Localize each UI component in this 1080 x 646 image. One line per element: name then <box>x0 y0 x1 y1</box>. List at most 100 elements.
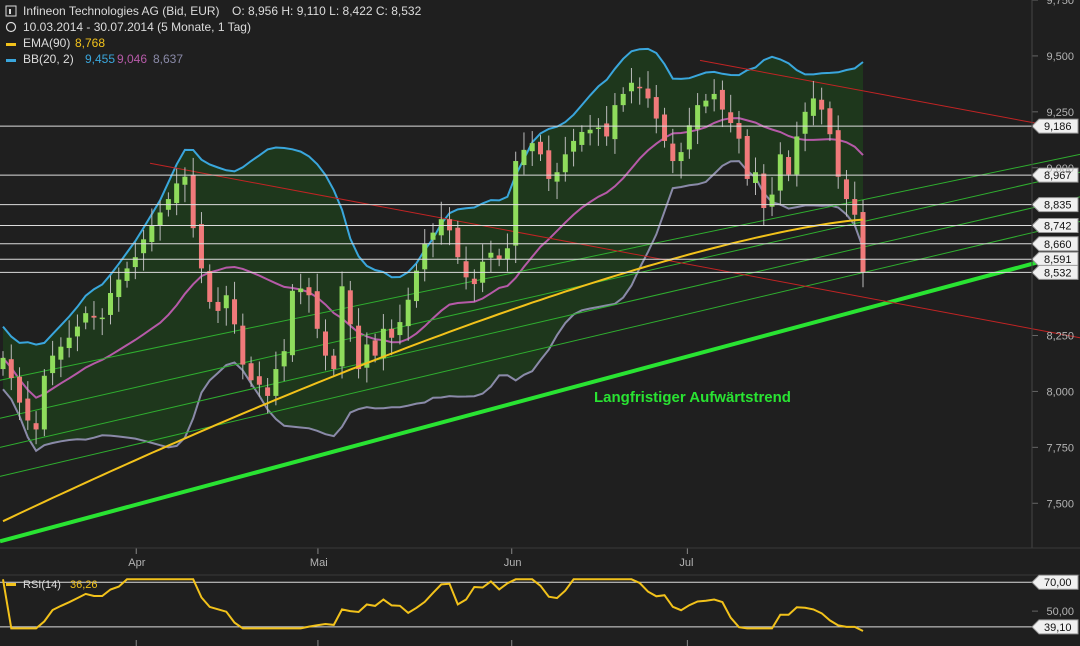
bb-lower-value: 8,637 <box>153 52 183 66</box>
candle-body <box>108 293 113 315</box>
level-label: 8,660 <box>1044 239 1072 251</box>
candle-body <box>529 143 535 152</box>
candle-body <box>256 376 262 385</box>
bb-legend-label: BB(20, 2) <box>23 52 74 66</box>
candle-body <box>554 172 560 182</box>
candle-body <box>628 82 634 92</box>
candle-body <box>273 369 279 396</box>
rsi-legend-value: 36,26 <box>70 579 98 591</box>
candle-body <box>802 111 808 134</box>
candle-body <box>438 219 444 236</box>
rsi-level-label: 70,00 <box>1044 577 1072 589</box>
candle-body <box>99 317 105 320</box>
candle-body <box>819 99 825 110</box>
bb-upper-value: 9,455 <box>85 52 115 66</box>
candle-body <box>174 183 180 204</box>
candle-body <box>662 114 668 141</box>
trend-annotation: Langfristiger Aufwärtstrend <box>594 389 791 406</box>
candle-body <box>372 340 378 356</box>
instrument-title: Infineon Technologies AG (Bid, EUR) <box>23 4 220 18</box>
candle-body <box>289 290 295 356</box>
candle-body <box>66 337 72 349</box>
candle-body <box>810 98 816 116</box>
candle-body <box>488 252 494 258</box>
y-tick-label: 9,500 <box>1046 51 1074 63</box>
candle-body <box>248 363 254 381</box>
candle-body <box>761 173 767 209</box>
candle-body <box>198 224 204 269</box>
x-tick-label: Mai <box>310 557 328 569</box>
candle-body <box>298 288 304 293</box>
candle-body <box>215 301 221 311</box>
level-label: 9,186 <box>1044 121 1072 133</box>
candle-body <box>678 152 684 162</box>
candle-body <box>711 93 717 100</box>
bb-middle-value: 9,046 <box>117 52 147 66</box>
header-icon-bars <box>9 9 11 14</box>
candle-body <box>736 123 742 139</box>
candle-body <box>157 212 163 226</box>
candle-body <box>223 295 229 309</box>
ema-legend-value: 8,768 <box>75 36 105 50</box>
candle-body <box>686 125 692 150</box>
candle-body <box>149 225 155 243</box>
candle-body <box>413 270 419 302</box>
y-tick-label: 8,000 <box>1046 386 1074 398</box>
y-tick-label: 8,250 <box>1046 331 1074 343</box>
candle-body <box>323 331 328 356</box>
y-tick-label: 7,500 <box>1046 498 1074 510</box>
candle-body <box>728 112 734 124</box>
candle-body <box>232 299 238 325</box>
candle-body <box>579 131 585 145</box>
candle-body <box>380 328 386 359</box>
candle-body <box>620 93 626 106</box>
candle-body <box>91 315 97 318</box>
candle-body <box>356 325 362 370</box>
level-label: 8,532 <box>1044 267 1072 279</box>
candle-body <box>670 143 676 162</box>
candle-body <box>447 219 453 231</box>
candle-body <box>744 135 750 179</box>
candle-body <box>0 357 6 370</box>
candle-body <box>455 227 461 258</box>
candle-body <box>513 161 519 246</box>
candle-body <box>405 299 411 327</box>
ohlc-readout: O: 8,956 H: 9,110 L: 8,422 C: 8,532 <box>232 4 422 18</box>
candle-body <box>645 88 651 99</box>
candle-body <box>83 313 89 323</box>
candle-body <box>777 154 783 191</box>
candle-body <box>471 278 477 285</box>
candle-body <box>653 97 659 119</box>
y-tick-label: 9,250 <box>1046 107 1074 119</box>
candle-body <box>852 199 858 215</box>
level-label: 8,742 <box>1044 220 1072 232</box>
candle-body <box>74 326 80 337</box>
candle-body <box>637 86 643 89</box>
stock-chart: 9,1868,9678,8358,7428,6608,5918,532 7,50… <box>0 0 1080 646</box>
candle-body <box>860 212 866 273</box>
period-label: 10.03.2014 - 30.07.2014 (5 Monate, 1 Tag… <box>23 20 251 34</box>
candle-body <box>786 157 792 175</box>
level-label: 8,591 <box>1044 254 1072 266</box>
candle-body <box>331 355 337 370</box>
candle-body <box>41 375 47 430</box>
candle-body <box>463 261 469 278</box>
candle-body <box>306 287 312 296</box>
x-tick-label: Jun <box>504 557 522 569</box>
candle-body <box>397 322 403 336</box>
rsi-legend-label: RSI(14) <box>23 579 61 591</box>
y-tick-label: 9,750 <box>1046 0 1074 7</box>
candle-body <box>703 100 709 107</box>
candle-body <box>430 232 436 240</box>
level-label: 8,835 <box>1044 200 1072 212</box>
candle-body <box>116 279 122 298</box>
candle-body <box>422 243 428 270</box>
candle-body <box>207 271 213 302</box>
candle-body <box>794 136 800 175</box>
candle-body <box>587 129 593 134</box>
candle-body <box>50 355 56 374</box>
candle-body <box>843 179 849 200</box>
rsi-tick-label: 50,00 <box>1046 606 1074 618</box>
candle-body <box>827 108 833 135</box>
candle-body <box>521 149 527 166</box>
